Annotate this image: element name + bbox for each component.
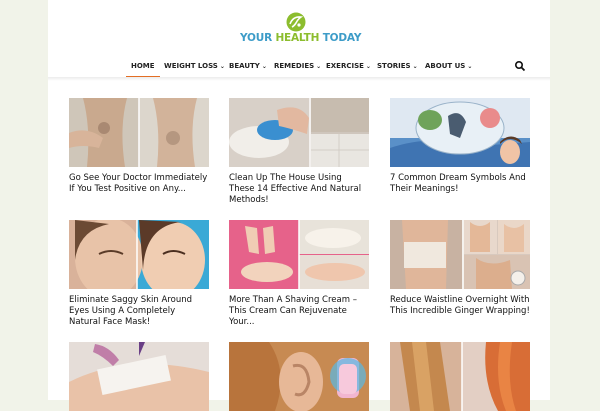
header-divider (48, 77, 550, 81)
nav-label: REMEDIES (274, 62, 315, 70)
nav-item-beauty[interactable]: BEAUTY ⌄ (229, 56, 267, 76)
site-logo[interactable]: YOUR HEALTH TODAY (240, 12, 362, 46)
article-title[interactable]: Clean Up The House Using These 14 Effect… (229, 173, 369, 206)
site-name: YOUR HEALTH TODAY (240, 32, 362, 44)
chevron-down-icon: ⌄ (261, 63, 267, 70)
nav-item-weight-loss[interactable]: WEIGHT LOSS ⌄ (164, 56, 225, 76)
leaf-logo-icon (286, 12, 306, 32)
nav-item-stories[interactable]: STORIES ⌄ (377, 56, 418, 76)
main-nav: HOME WEIGHT LOSS ⌄ BEAUTY ⌄ REMEDIES ⌄ EXER… (48, 56, 550, 78)
nav-label: ABOUT US (425, 62, 466, 70)
chevron-down-icon: ⌄ (365, 63, 371, 70)
article-thumbnail[interactable] (390, 220, 530, 289)
chevron-down-icon: ⌄ (412, 63, 418, 70)
article-title[interactable]: Eliminate Saggy Skin Around Eyes Using A… (69, 295, 209, 328)
chevron-down-icon: ⌄ (467, 63, 473, 70)
article-title[interactable]: Reduce Waistline Overnight With This Inc… (390, 295, 530, 317)
search-icon[interactable] (514, 60, 526, 72)
article-thumbnail[interactable] (229, 220, 369, 289)
article-thumbnail[interactable] (69, 98, 209, 167)
article-thumbnail[interactable] (69, 220, 209, 289)
article-thumbnail[interactable] (390, 98, 530, 167)
logo-word-3: TODAY (322, 32, 362, 44)
article-thumbnail[interactable] (390, 342, 530, 411)
article-thumbnail[interactable] (69, 342, 209, 411)
nav-label: WEIGHT LOSS (164, 62, 218, 70)
article-thumbnail[interactable] (229, 342, 369, 411)
nav-item-remedies[interactable]: REMEDIES ⌄ (274, 56, 321, 76)
article-title[interactable]: More Than A Shaving Cream – This Cream C… (229, 295, 369, 328)
logo-word-1: YOUR (240, 32, 272, 44)
chevron-down-icon: ⌄ (219, 63, 225, 70)
nav-label: EXERCISE (326, 62, 364, 70)
nav-item-about-us[interactable]: ABOUT US ⌄ (425, 56, 472, 76)
nav-label: BEAUTY (229, 62, 260, 70)
article-title[interactable]: Go See Your Doctor Immediately If You Te… (69, 173, 209, 195)
nav-item-exercise[interactable]: EXERCISE ⌄ (326, 56, 371, 76)
chevron-down-icon: ⌄ (316, 63, 322, 70)
page-container: YOUR HEALTH TODAY HOME WEIGHT LOSS ⌄ BEAU… (48, 0, 550, 411)
logo-word-2: HEALTH (275, 32, 320, 44)
article-thumbnail[interactable] (229, 98, 369, 167)
nav-label: STORIES (377, 62, 411, 70)
article-title[interactable]: 7 Common Dream Symbols And Their Meaning… (390, 173, 530, 195)
nav-label: HOME (131, 62, 155, 70)
nav-item-home[interactable]: HOME (126, 56, 160, 78)
